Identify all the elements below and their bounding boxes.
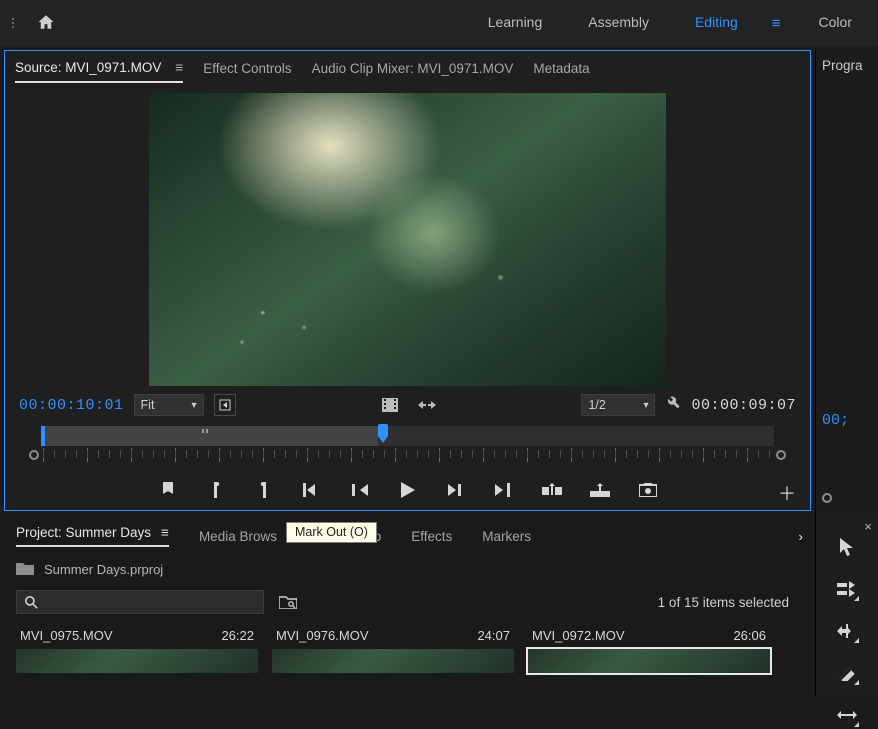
program-monitor-panel: Progra 00; — [815, 50, 878, 515]
new-search-bin-icon[interactable] — [278, 592, 298, 612]
source-panel-tabs: Source: MVI_0971.MOV ≡ Effect Controls A… — [5, 51, 810, 89]
mark-in-button[interactable] — [204, 480, 228, 500]
play-button[interactable] — [396, 480, 420, 500]
top-bar: Learning Assembly Editing ≡ Color — [0, 0, 878, 46]
program-timecode[interactable]: 00; — [822, 412, 878, 493]
panel-menu-icon[interactable]: ≡ — [151, 525, 169, 540]
project-file-name: Summer Days.prproj — [44, 562, 163, 577]
clip-card[interactable]: MVI_0972.MOV 26:06 — [528, 626, 770, 673]
mark-out-button[interactable] — [252, 480, 276, 500]
tab-source[interactable]: Source: MVI_0971.MOV ≡ — [15, 59, 183, 83]
tab-effects[interactable]: Effects — [411, 529, 452, 544]
transport-bar: ＋ — [5, 472, 810, 510]
clip-card[interactable]: MVI_0975.MOV 26:22 — [16, 626, 258, 673]
tab-project-label: Project: Summer Days — [16, 525, 151, 540]
tab-markers[interactable]: Markers — [482, 529, 531, 544]
drag-av-icon[interactable] — [418, 398, 436, 412]
safe-margins-toggle[interactable] — [214, 394, 236, 416]
search-icon — [25, 596, 38, 609]
step-back-button[interactable] — [348, 480, 372, 500]
time-ruler[interactable] — [29, 446, 786, 464]
tab-project[interactable]: Project: Summer Days ≡ — [16, 525, 169, 547]
clip-thumbnail[interactable] — [272, 649, 514, 673]
video-frame — [149, 93, 666, 386]
duration-timecode: 00:00:09:07 — [691, 397, 796, 414]
clip-name: MVI_0972.MOV — [532, 628, 625, 643]
clip-duration: 24:07 — [477, 628, 510, 643]
clip-card[interactable]: MVI_0976.MOV 24:07 — [272, 626, 514, 673]
zoom-handle-left[interactable] — [29, 450, 39, 460]
workspace-tab-assembly[interactable]: Assembly — [574, 4, 663, 42]
tab-program[interactable]: Progra — [822, 58, 878, 73]
resolution-dropdown[interactable]: 1/2 ▾ — [581, 394, 655, 416]
zoom-dropdown-value: Fit — [141, 398, 155, 412]
panel-menu-icon[interactable]: ≡ — [165, 59, 183, 75]
overwrite-button[interactable] — [588, 480, 612, 500]
add-marker-button[interactable] — [156, 480, 180, 500]
selection-count: 1 of 15 items selected — [658, 595, 799, 610]
button-editor-icon[interactable]: ＋ — [778, 480, 796, 506]
in-out-bar[interactable] — [41, 426, 774, 446]
home-icon[interactable] — [36, 13, 56, 34]
tab-audio-clip-mixer[interactable]: Audio Clip Mixer: MVI_0971.MOV — [312, 61, 514, 82]
go-to-in-button[interactable] — [300, 480, 324, 500]
tab-effect-controls[interactable]: Effect Controls — [203, 61, 291, 82]
viewer-controls-row: 00:00:10:01 Fit ▾ 1/2 ▾ 00:0 — [5, 390, 810, 418]
ruler-ticks[interactable] — [43, 448, 772, 462]
project-panel: Project: Summer Days ≡ Media Brows ries … — [4, 515, 811, 697]
program-zoom-handle[interactable] — [822, 493, 832, 503]
zoom-handle-right[interactable] — [776, 450, 786, 460]
tooltip: Mark Out (O) — [286, 522, 377, 543]
clip-thumbnail[interactable] — [16, 649, 258, 673]
workspace-tab-editing[interactable]: Editing — [681, 4, 752, 42]
source-timeline — [5, 418, 810, 472]
panel-overflow-icon[interactable]: ›› — [798, 529, 799, 544]
video-only-icon[interactable] — [382, 398, 398, 412]
workspace-menu-icon[interactable]: ≡ — [770, 15, 787, 32]
in-out-range[interactable] — [41, 426, 378, 446]
tab-media-browser[interactable]: Media Brows — [199, 529, 277, 544]
settings-wrench-icon[interactable] — [665, 395, 681, 415]
tools-panel: × — [815, 515, 878, 697]
tab-source-label: Source: MVI_0971.MOV — [15, 60, 161, 75]
go-to-out-button[interactable] — [492, 480, 516, 500]
source-monitor-panel: Source: MVI_0971.MOV ≡ Effect Controls A… — [4, 50, 811, 511]
project-panel-tabs: Project: Summer Days ≡ Media Brows ries … — [12, 515, 803, 555]
clip-thumbnail[interactable] — [528, 649, 770, 673]
clip-name: MVI_0975.MOV — [20, 628, 113, 643]
project-path-row: Summer Days.prproj — [12, 555, 803, 584]
tab-metadata[interactable]: Metadata — [533, 61, 589, 82]
clip-duration: 26:06 — [733, 628, 766, 643]
zoom-dropdown[interactable]: Fit ▾ — [134, 394, 204, 416]
clip-marker-indicator — [202, 429, 204, 433]
project-thumbnails: MVI_0975.MOV 26:22 MVI_0976.MOV 24:07 MV… — [12, 622, 803, 673]
playhead[interactable] — [378, 424, 390, 448]
grip-icon[interactable] — [12, 18, 18, 28]
playhead-timecode[interactable]: 00:00:10:01 — [19, 397, 124, 414]
in-point-marker[interactable] — [41, 426, 45, 446]
clip-duration: 26:22 — [221, 628, 254, 643]
source-viewer[interactable] — [5, 89, 810, 390]
search-input[interactable] — [16, 590, 264, 614]
close-panel-icon[interactable]: × — [864, 519, 872, 534]
resolution-dropdown-value: 1/2 — [588, 398, 605, 412]
workspace-tab-learning[interactable]: Learning — [474, 4, 557, 42]
export-frame-button[interactable] — [636, 480, 660, 500]
step-forward-button[interactable] — [444, 480, 468, 500]
workspace-tab-color[interactable]: Color — [805, 4, 866, 42]
project-search-row: 1 of 15 items selected — [12, 584, 803, 622]
clip-name: MVI_0976.MOV — [276, 628, 369, 643]
bin-icon[interactable] — [16, 561, 34, 578]
selection-tool[interactable] — [833, 533, 861, 561]
insert-button[interactable] — [540, 480, 564, 500]
